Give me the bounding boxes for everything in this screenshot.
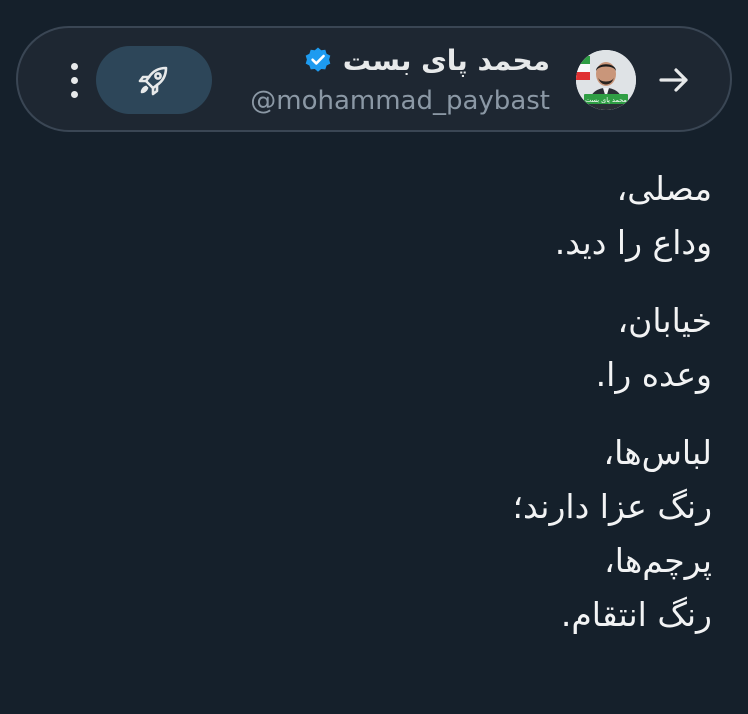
- poem-line: وعده را.: [595, 355, 712, 394]
- post-text: مصلی، وداع را دید. خیابان، وعده را. لباس…: [36, 162, 713, 666]
- stanza: مصلی، وداع را دید.: [36, 162, 712, 270]
- poem-line: رنگ عزا دارند؛: [512, 487, 713, 526]
- poem-line: لباس‌ها،: [603, 433, 712, 472]
- post-header: محمد پای بست محمد پای بست @mohammad_payb…: [16, 26, 732, 132]
- name-row: محمد پای بست: [303, 40, 550, 80]
- rocket-icon: [138, 66, 168, 96]
- user-handle[interactable]: @mohammad_paybast: [250, 86, 550, 116]
- arrow-right-icon: [659, 68, 688, 92]
- stanza: لباس‌ها، رنگ عزا دارند؛ پرچم‌ها، رنگ انت…: [36, 426, 713, 642]
- avatar[interactable]: محمد پای بست: [576, 50, 636, 110]
- poem-line: رنگ انتقام.: [560, 595, 712, 634]
- poem-line: پرچم‌ها،: [604, 541, 712, 580]
- stanza: خیابان، وعده را.: [36, 294, 712, 402]
- more-options-button[interactable]: [60, 56, 88, 104]
- more-vertical-icon-dot: [70, 62, 78, 70]
- back-button[interactable]: [652, 58, 696, 102]
- verified-badge-icon[interactable]: [303, 45, 333, 75]
- more-vertical-icon-dot: [70, 76, 78, 84]
- poem-line: مصلی،: [616, 169, 712, 208]
- poem-line: وداع را دید.: [554, 223, 712, 262]
- avatar-caption: محمد پای بست: [585, 96, 627, 104]
- poem-line: خیابان،: [617, 301, 712, 340]
- profile-photo: محمد پای بست: [576, 50, 636, 110]
- more-vertical-icon-dot: [70, 90, 78, 98]
- display-name[interactable]: محمد پای بست: [343, 44, 550, 77]
- boost-button[interactable]: [96, 46, 212, 114]
